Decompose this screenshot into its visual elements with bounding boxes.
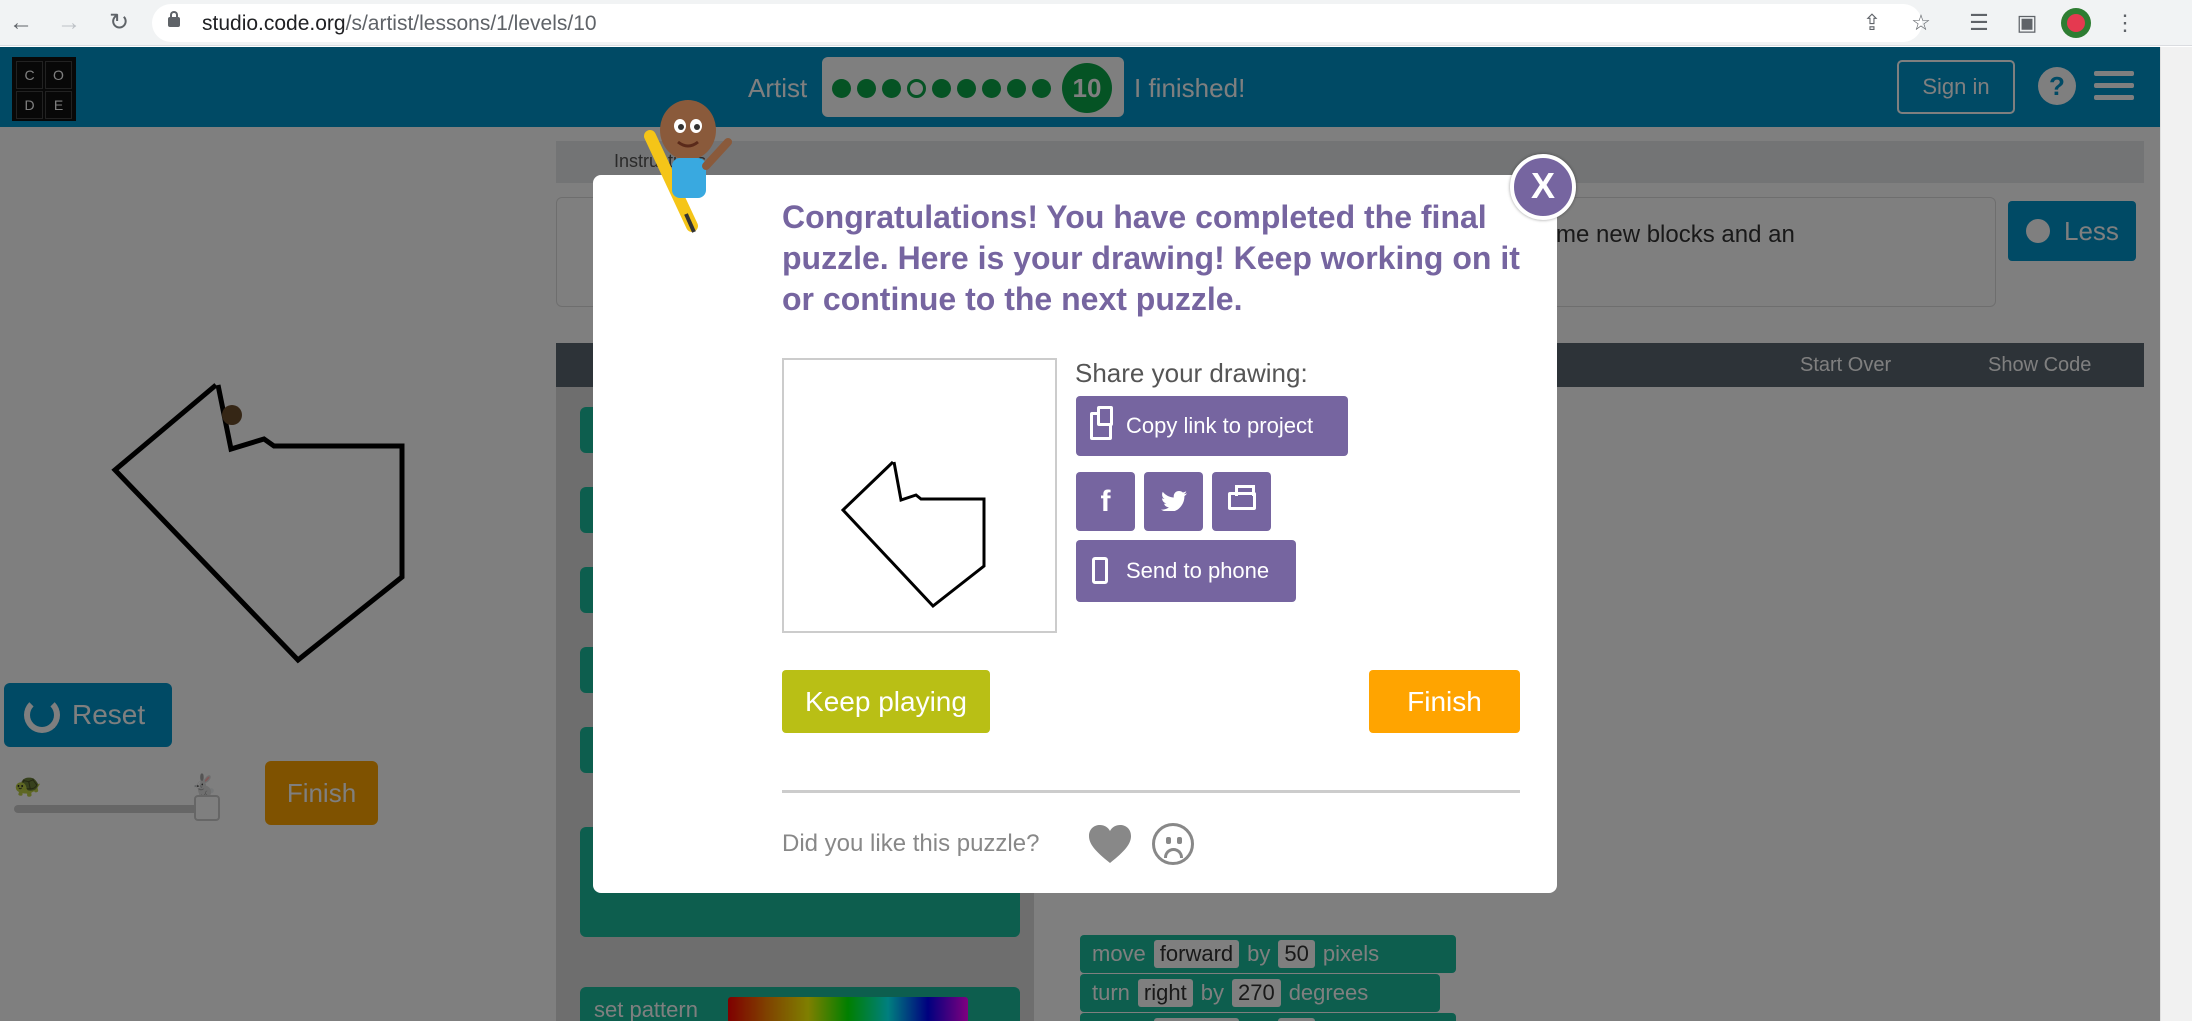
- page-scrollbar[interactable]: [2160, 47, 2192, 1021]
- finish-button[interactable]: Finish: [1369, 670, 1520, 733]
- browser-toolbar: ← → ↻ studio.code.org/s/artist/lessons/1…: [0, 0, 2192, 46]
- frown-icon[interactable]: [1152, 823, 1194, 865]
- reload-icon[interactable]: ↻: [104, 8, 134, 38]
- twitter-icon: [1161, 491, 1187, 511]
- drawing-thumbnail: [782, 358, 1057, 633]
- share-icon[interactable]: ⇪: [1857, 8, 1887, 38]
- phone-icon: [1092, 557, 1108, 584]
- twitter-share-button[interactable]: [1144, 472, 1203, 531]
- forward-arrow-icon[interactable]: →: [54, 8, 84, 38]
- frown-mouth: [1164, 848, 1183, 858]
- copy-icon: [1090, 406, 1113, 440]
- artist-character-image: [644, 100, 732, 233]
- facebook-icon: f: [1100, 485, 1111, 518]
- facebook-share-button[interactable]: f: [1076, 472, 1135, 531]
- lock-icon: [168, 11, 180, 27]
- copy-link-button[interactable]: Copy link to project: [1076, 396, 1348, 456]
- share-label: Share your drawing:: [1075, 358, 1308, 388]
- side-panel-icon[interactable]: ▣: [2012, 8, 2042, 38]
- send-to-phone-label: Send to phone: [1126, 558, 1270, 583]
- star-icon[interactable]: ☆: [1906, 8, 1936, 38]
- address-bar[interactable]: studio.code.org/s/artist/lessons/1/level…: [152, 4, 1922, 42]
- frown-eye: [1166, 837, 1171, 844]
- thumbnail-shape: [840, 460, 986, 609]
- dialog-divider: [782, 790, 1520, 793]
- dialog-headline: Congratulations! You have completed the …: [782, 199, 1520, 317]
- heart-icon[interactable]: [1089, 825, 1131, 865]
- print-button[interactable]: [1212, 472, 1271, 531]
- send-to-phone-button[interactable]: Send to phone: [1076, 540, 1296, 602]
- back-arrow-icon[interactable]: ←: [6, 8, 36, 38]
- feedback-question: Did you like this puzzle?: [782, 830, 1040, 857]
- frown-eye: [1177, 837, 1182, 844]
- more-menu-icon[interactable]: ⋮: [2110, 8, 2140, 38]
- keep-playing-button[interactable]: Keep playing: [782, 670, 990, 733]
- copy-link-label: Copy link to project: [1126, 413, 1314, 438]
- url-text: studio.code.org/s/artist/lessons/1/level…: [202, 12, 597, 35]
- profile-avatar[interactable]: [2061, 8, 2091, 38]
- printer-icon: [1228, 485, 1256, 510]
- media-icon[interactable]: ☰: [1964, 8, 1994, 38]
